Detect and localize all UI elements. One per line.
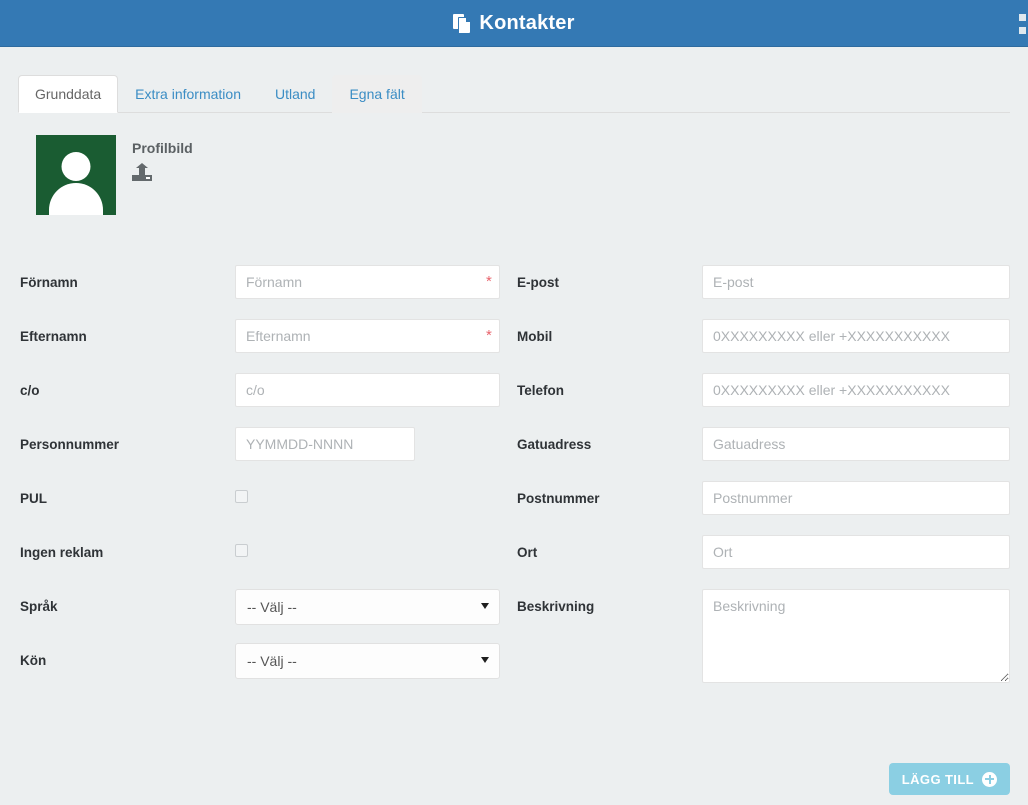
field-row-fornamn: Förnamn * [20, 265, 505, 303]
control-gatuadress [702, 427, 1010, 461]
field-row-pul: PUL [20, 481, 505, 519]
label-postnummer: Postnummer [517, 491, 600, 506]
copy-files-icon [453, 13, 472, 33]
tab-grunddata[interactable]: Grunddata [18, 75, 119, 113]
window-titlebar: Kontakter [0, 0, 1028, 47]
label-efternamn: Efternamn [20, 329, 87, 344]
tab-bar: Grunddata Extra information Utland Egna … [18, 75, 1010, 113]
plus-circle-icon [982, 771, 997, 787]
person-placeholder-icon-body [49, 183, 103, 215]
control-kon: -- Välj -- [235, 643, 505, 679]
control-fornamn: * [235, 265, 505, 299]
label-epost: E-post [517, 275, 559, 290]
label-personnummer: Personnummer [20, 437, 120, 452]
window-control-dot-bottom[interactable] [1019, 26, 1026, 34]
person-placeholder-icon-head [61, 152, 91, 181]
label-gatuadress: Gatuadress [517, 437, 592, 452]
profile-meta: Profilbild [132, 135, 193, 181]
label-beskrivning: Beskrivning [517, 599, 595, 614]
select-sprak[interactable]: -- Välj -- [235, 589, 500, 625]
window-controls[interactable] [1019, 0, 1028, 47]
window-title-group: Kontakter [453, 12, 574, 35]
window-control-dot-top[interactable] [1019, 13, 1026, 21]
label-co: c/o [20, 383, 40, 398]
tab-egna-falt[interactable]: Egna fält [332, 75, 422, 113]
label-kon: Kön [20, 653, 47, 668]
label-ingen-reklam: Ingen reklam [20, 545, 104, 560]
field-row-efternamn: Efternamn * [20, 319, 505, 357]
field-row-kon: Kön -- Välj -- [20, 643, 505, 681]
control-epost [702, 265, 1010, 299]
avatar[interactable] [36, 135, 116, 215]
control-efternamn: * [235, 319, 505, 353]
form-footer: LÄGG TILL [16, 763, 1010, 795]
label-fornamn: Förnamn [20, 275, 78, 290]
input-epost[interactable] [702, 265, 1010, 299]
label-pul: PUL [20, 491, 47, 506]
textarea-beskrivning[interactable] [702, 589, 1010, 683]
control-mobil [702, 319, 1010, 353]
control-postnummer [702, 481, 1010, 515]
contact-form: Förnamn * Efternamn * c/o Personnummer [0, 215, 1028, 704]
form-column-right: E-post Mobil Telefon Gatuadress Postnumm [505, 265, 1010, 704]
field-row-personnummer: Personnummer [20, 427, 505, 465]
input-telefon[interactable] [702, 373, 1010, 407]
field-row-gatuadress: Gatuadress [517, 427, 1010, 465]
input-mobil[interactable] [702, 319, 1010, 353]
control-telefon [702, 373, 1010, 407]
tab-extra-information[interactable]: Extra information [118, 75, 258, 113]
control-ort [702, 535, 1010, 569]
profile-picture-label: Profilbild [132, 140, 193, 156]
control-beskrivning [702, 589, 1010, 688]
control-pul [235, 481, 505, 503]
input-personnummer[interactable] [235, 427, 415, 461]
field-row-beskrivning: Beskrivning [517, 589, 1010, 688]
add-contact-button[interactable]: LÄGG TILL [888, 763, 1010, 795]
field-row-mobil: Mobil [517, 319, 1010, 357]
input-postnummer[interactable] [702, 481, 1010, 515]
select-kon[interactable]: -- Välj -- [235, 643, 500, 679]
label-mobil: Mobil [517, 329, 553, 344]
field-row-ingen-reklam: Ingen reklam [20, 535, 505, 573]
add-contact-button-label: LÄGG TILL [901, 771, 974, 787]
label-ort: Ort [517, 545, 538, 560]
profile-picture-section: Profilbild [0, 113, 1028, 215]
form-column-left: Förnamn * Efternamn * c/o Personnummer [0, 265, 505, 704]
checkbox-pul[interactable] [235, 490, 248, 503]
control-ingen-reklam [235, 535, 505, 557]
upload-icon[interactable] [132, 163, 152, 181]
label-telefon: Telefon [517, 383, 564, 398]
control-personnummer [235, 427, 505, 461]
window-title: Kontakter [479, 11, 575, 34]
field-row-ort: Ort [517, 535, 1010, 573]
field-row-sprak: Språk -- Välj -- [20, 589, 505, 627]
label-sprak: Språk [20, 599, 58, 614]
checkbox-ingen-reklam[interactable] [235, 544, 248, 557]
control-sprak: -- Välj -- [235, 589, 505, 625]
input-ort[interactable] [702, 535, 1010, 569]
select-wrap-sprak: -- Välj -- [235, 589, 500, 625]
tab-utland[interactable]: Utland [258, 75, 332, 113]
control-co [235, 373, 505, 407]
field-row-postnummer: Postnummer [517, 481, 1010, 519]
input-co[interactable] [235, 373, 500, 407]
input-efternamn[interactable] [235, 319, 500, 353]
field-row-telefon: Telefon [517, 373, 1010, 411]
field-row-co: c/o [20, 373, 505, 411]
input-gatuadress[interactable] [702, 427, 1010, 461]
tab-bar-wrapper: Grunddata Extra information Utland Egna … [0, 47, 1028, 113]
input-fornamn[interactable] [235, 265, 500, 299]
select-wrap-kon: -- Välj -- [235, 643, 500, 679]
field-row-epost: E-post [517, 265, 1010, 303]
